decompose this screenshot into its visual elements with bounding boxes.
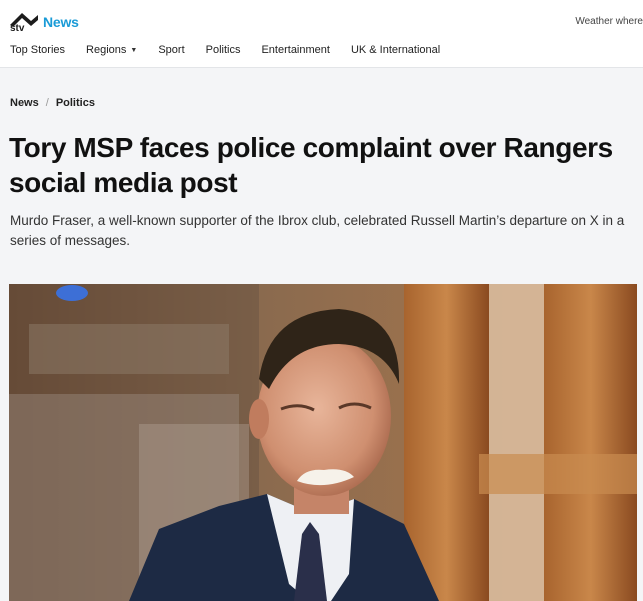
nav-label: Entertainment: [261, 44, 330, 56]
article-headline: Tory MSP faces police complaint over Ran…: [9, 132, 613, 198]
stv-logo-icon: stv: [10, 13, 38, 33]
article-standfirst: Murdo Fraser, a well-known supporter of …: [10, 213, 625, 248]
breadcrumb-news[interactable]: News: [10, 97, 39, 109]
breadcrumb: News / Politics: [10, 97, 95, 109]
nav-item-uk-international[interactable]: UK & International: [351, 44, 440, 56]
nav-label: Sport: [158, 44, 185, 56]
nav-label: Regions: [86, 44, 127, 56]
nav-label: Politics: [205, 44, 241, 56]
hero-photo-illustration: [9, 284, 637, 601]
article-hero-image: [9, 284, 637, 601]
nav-item-entertainment[interactable]: Entertainment: [261, 44, 329, 56]
logo-wordmark: stv: [10, 23, 25, 33]
nav-item-politics[interactable]: Politics: [206, 44, 241, 56]
nav-item-regions[interactable]: Regions ▼: [86, 44, 137, 56]
breadcrumb-politics[interactable]: Politics: [56, 97, 95, 109]
nav-item-top-stories[interactable]: Top Stories: [10, 44, 65, 56]
nav-label: Top Stories: [10, 44, 66, 56]
nav-label: UK & International: [350, 44, 441, 56]
main-nav: Top Stories Regions ▼ Sport Politics Ente…: [10, 44, 461, 56]
nav-item-sport[interactable]: Sport: [158, 44, 184, 56]
weather-widget[interactable]: Weather where: [575, 16, 643, 27]
chevron-down-icon: ▼: [130, 46, 138, 54]
site-header: stv News Weather where Top Stories Regio…: [0, 0, 643, 68]
breadcrumb-separator: /: [45, 97, 49, 109]
logo-section-label: News: [43, 14, 79, 30]
stv-news-logo[interactable]: stv News: [9, 11, 79, 33]
